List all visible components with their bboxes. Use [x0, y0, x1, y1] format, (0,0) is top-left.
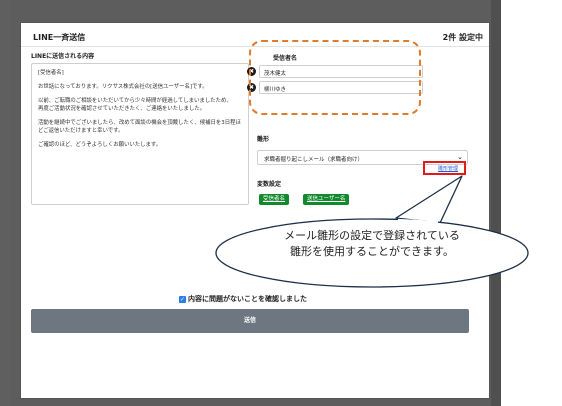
callout-text: メール雛形の設定で登録されている 雛形を使用することができます。: [230, 228, 514, 260]
callout-bubble: [215, 175, 529, 288]
callout-line: 雛形を使用することができます。: [290, 245, 454, 258]
callout-line: メール雛形の設定で登録されている: [284, 229, 460, 242]
